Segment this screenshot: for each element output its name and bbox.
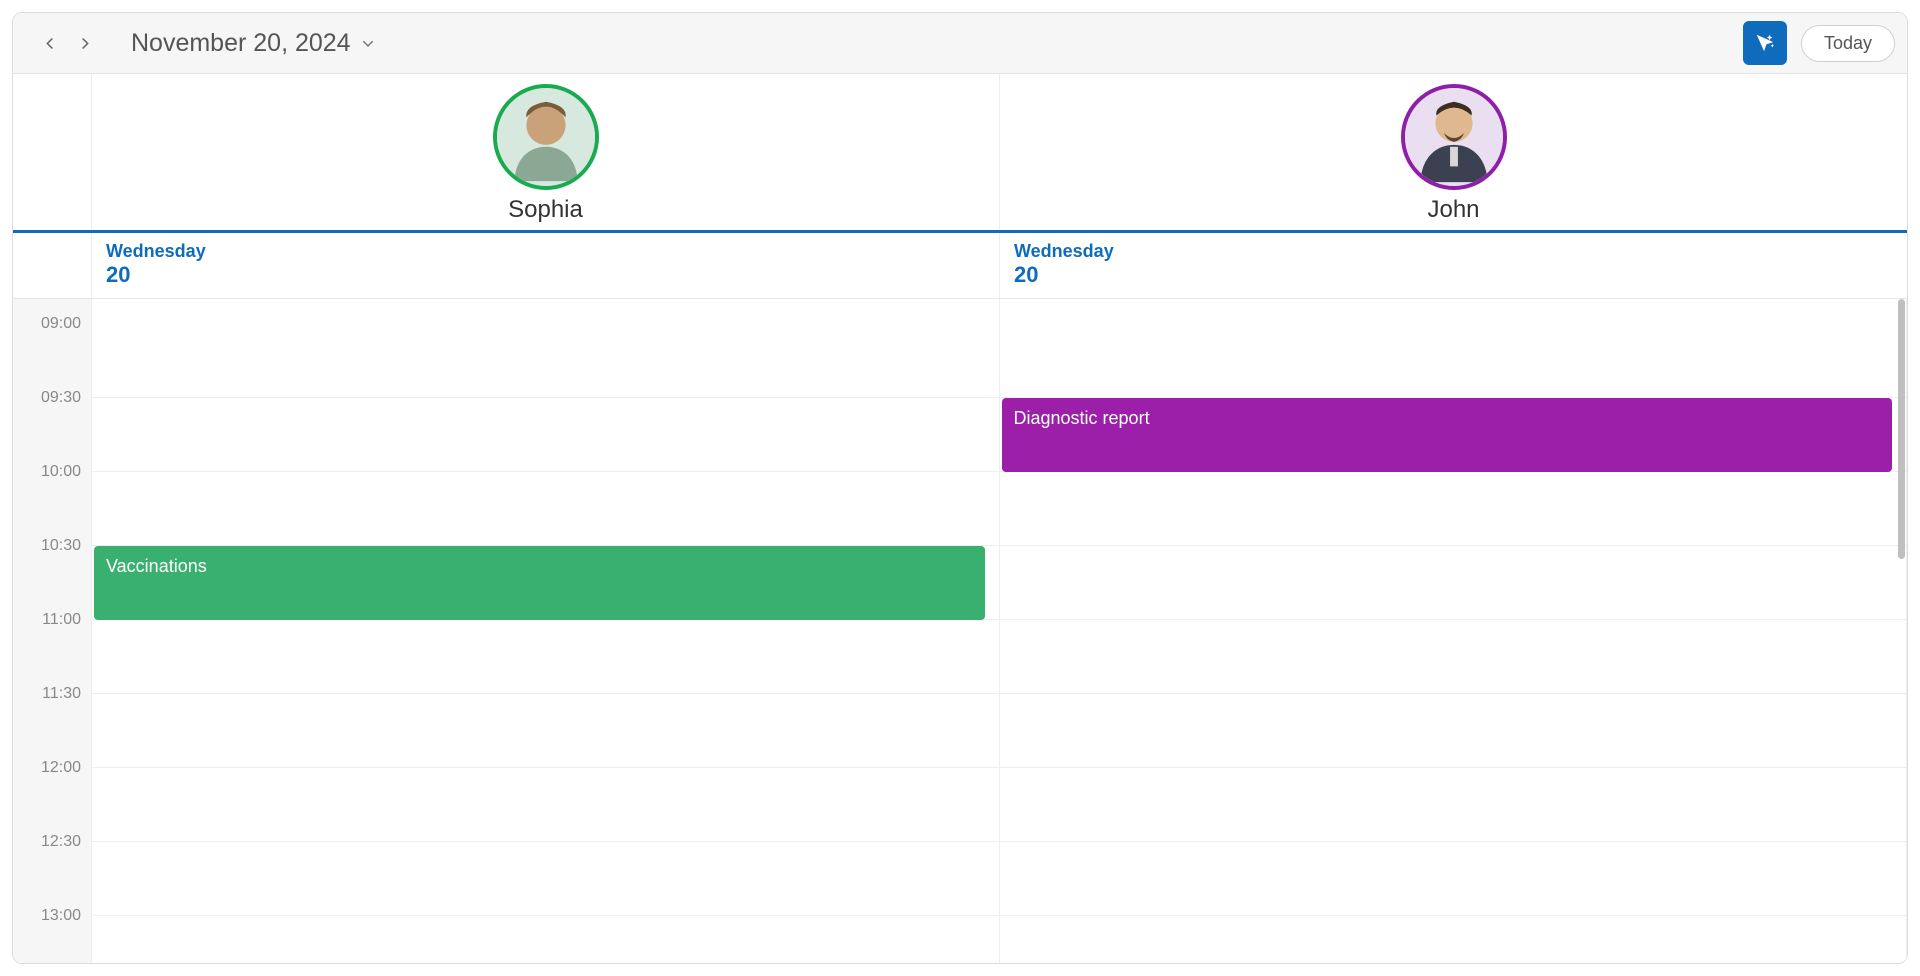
day-number-label: 20 — [1014, 262, 1893, 288]
toolbar: November 20, 2024 Today — [13, 13, 1907, 74]
day-header-cell[interactable]: Wednesday 20 — [92, 233, 1000, 298]
resource-name-label: John — [1427, 196, 1479, 224]
time-label: 12:30 — [41, 833, 81, 851]
appointment-title: Vaccinations — [106, 556, 207, 576]
day-name-label: Wednesday — [106, 241, 985, 262]
scrollbar-thumb[interactable] — [1898, 299, 1905, 559]
time-slot[interactable] — [1000, 620, 1907, 694]
resource-header-john[interactable]: John — [1000, 74, 1907, 230]
grid-columns: Vaccinations Diagnostic report — [92, 299, 1907, 963]
ai-cursor-button[interactable] — [1743, 21, 1787, 65]
time-label: 10:00 — [41, 463, 81, 481]
time-label: 11:00 — [42, 611, 81, 629]
person-icon — [1405, 88, 1503, 186]
time-slot[interactable] — [92, 472, 999, 546]
time-slot[interactable] — [1000, 842, 1907, 916]
appointment-title: Diagnostic report — [1014, 408, 1150, 428]
today-button[interactable]: Today — [1801, 25, 1895, 62]
time-label: 09:30 — [41, 389, 81, 407]
today-button-label: Today — [1824, 33, 1872, 53]
current-date-label: November 20, 2024 — [131, 29, 351, 58]
person-icon — [497, 88, 595, 186]
time-label: 13:00 — [41, 907, 81, 925]
day-header-row: Wednesday 20 Wednesday 20 — [13, 233, 1907, 299]
date-picker[interactable]: November 20, 2024 — [131, 29, 375, 58]
time-slot[interactable] — [92, 768, 999, 842]
time-slot[interactable] — [1000, 768, 1907, 842]
time-slot[interactable] — [92, 620, 999, 694]
time-slot[interactable] — [1000, 694, 1907, 768]
time-slot[interactable] — [1000, 546, 1907, 620]
appointment[interactable]: Vaccinations — [94, 546, 985, 620]
prev-button[interactable] — [33, 26, 67, 60]
time-slot[interactable] — [1000, 324, 1907, 398]
chevron-left-icon — [43, 36, 58, 51]
time-slot[interactable] — [1000, 916, 1907, 963]
day-name-label: Wednesday — [1014, 241, 1893, 262]
time-gutter-header — [13, 74, 92, 230]
time-label: 09:00 — [41, 315, 81, 333]
cursor-sparkle-icon — [1754, 32, 1776, 54]
time-gutter-header — [13, 233, 92, 298]
time-slot[interactable] — [92, 916, 999, 963]
time-gutter: 09:00 09:30 10:00 10:30 11:00 11:30 12:00 12:30… — [13, 299, 92, 963]
resource-header-row: Sophia John — [13, 74, 1907, 233]
resource-column[interactable]: Diagnostic report — [1000, 299, 1908, 963]
resource-header-sophia[interactable]: Sophia — [92, 74, 1000, 230]
chevron-right-icon — [77, 36, 92, 51]
time-label: 12:00 — [41, 759, 81, 777]
time-slot[interactable] — [1000, 472, 1907, 546]
time-label: 10:30 — [41, 537, 81, 555]
avatar — [493, 84, 599, 190]
resource-column[interactable]: Vaccinations — [92, 299, 1000, 963]
appointment[interactable]: Diagnostic report — [1002, 398, 1893, 472]
avatar — [1401, 84, 1507, 190]
time-slot[interactable] — [92, 398, 999, 472]
day-header-cell[interactable]: Wednesday 20 — [1000, 233, 1907, 298]
time-slot[interactable] — [92, 324, 999, 398]
resource-name-label: Sophia — [508, 196, 583, 224]
time-slot[interactable] — [92, 694, 999, 768]
time-grid: 09:00 09:30 10:00 10:30 11:00 11:30 12:00 12:30… — [13, 299, 1907, 963]
next-button[interactable] — [67, 26, 101, 60]
day-number-label: 20 — [106, 262, 985, 288]
chevron-down-icon — [361, 36, 375, 50]
time-label: 11:30 — [42, 685, 81, 703]
time-slot[interactable] — [92, 842, 999, 916]
